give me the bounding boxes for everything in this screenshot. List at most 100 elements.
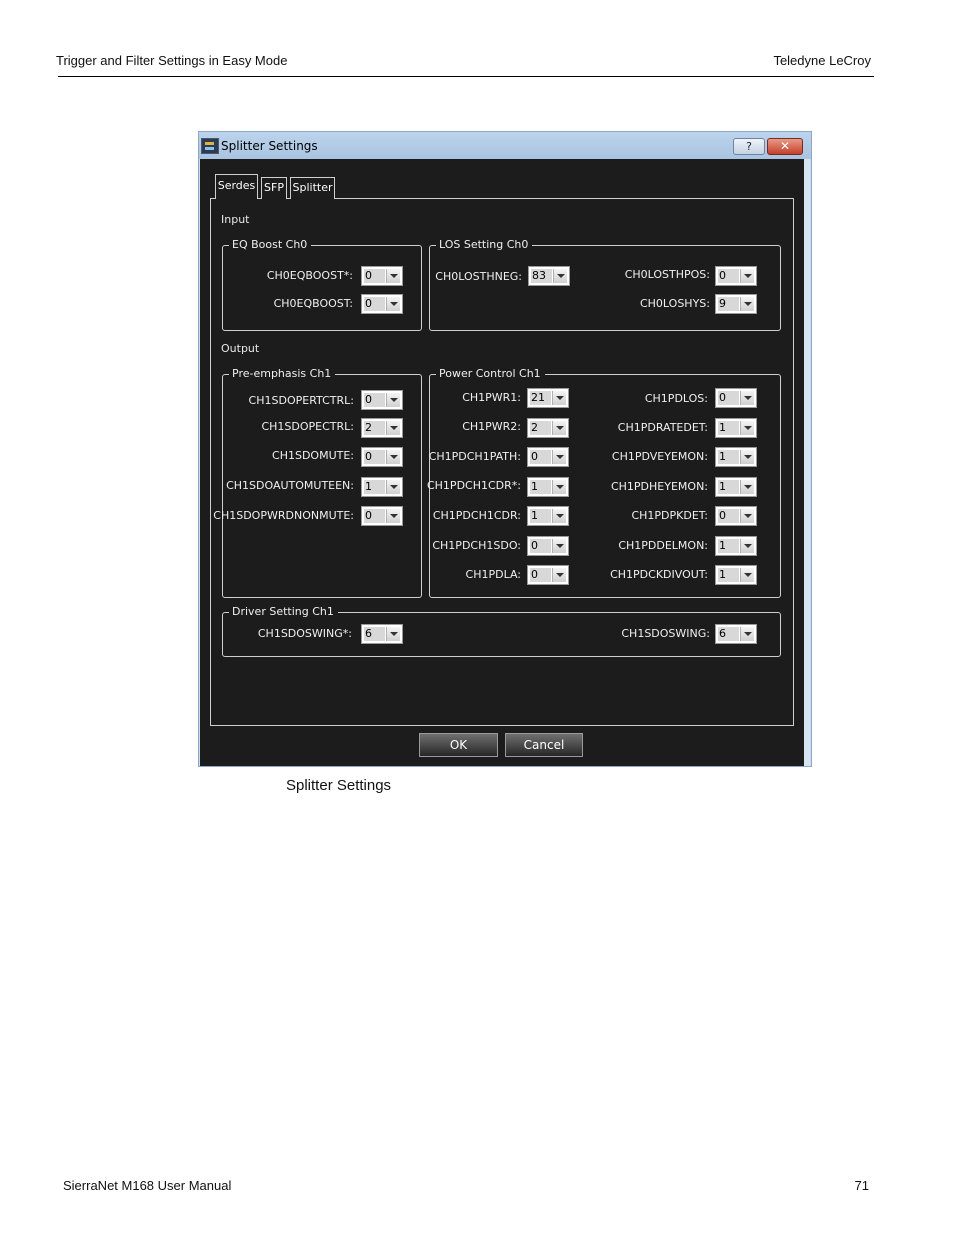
ch0loshys-select[interactable]: 9 [715,294,757,314]
ch1pdch1path-label: CH1PDCH1PATH: [428,450,521,463]
ch1sdoswing-star-select[interactable]: 6 [361,624,403,644]
close-button[interactable]: ✕ [767,138,803,155]
chevron-down-icon[interactable] [740,509,754,523]
ch1sdoswing-select[interactable]: 6 [715,624,757,644]
chevron-down-icon[interactable] [386,480,400,494]
chevron-down-icon[interactable] [740,269,754,283]
ch1pwr2-select[interactable]: 2 [527,418,569,438]
ch1pdch1cdr-star-select[interactable]: 1 [527,477,569,497]
chevron-down-icon[interactable] [386,297,400,311]
ch0losthpos-label: CH0LOSTHPOS: [624,268,710,281]
ch1pdch1sdo-select[interactable]: 0 [527,536,569,556]
ch1sdoautomuteen-label: CH1SDOAUTOMUTEEN: [226,479,354,492]
chevron-down-icon[interactable] [386,421,400,435]
chevron-down-icon[interactable] [552,568,566,582]
dialog-client-area: Serdes SFP Splitter Input EQ Boost Ch0 C… [200,159,804,766]
page-header-brand: Teledyne LeCroy [773,53,871,68]
chevron-down-icon[interactable] [386,627,400,641]
chevron-down-icon[interactable] [740,391,754,405]
ch1sdopwrdnonmute-label: CH1SDOPWRDNONMUTE: [213,509,354,522]
combo-value: 2 [364,421,385,435]
ch1pdratedet-select[interactable]: 1 [715,418,757,438]
chevron-down-icon[interactable] [740,568,754,582]
ch1pdckdivout-label: CH1PDCKDIVOUT: [610,568,708,581]
combo-value: 1 [718,421,739,435]
combo-value: 0 [718,391,739,405]
power-control-group-title: Power Control Ch1 [436,366,545,382]
ch1sdopwrdnonmute-select[interactable]: 0 [361,506,403,526]
combo-value: 1 [718,480,739,494]
chevron-down-icon[interactable] [552,391,566,405]
ch1pdch1sdo-label: CH1PDCH1SDO: [432,539,521,552]
ch1pwr1-select[interactable]: 21 [527,388,569,408]
ok-button[interactable]: OK [419,733,498,757]
tab-serdes[interactable]: Serdes [215,174,258,199]
combo-value: 1 [364,480,385,494]
chevron-down-icon[interactable] [552,480,566,494]
combo-value: 1 [718,450,739,464]
ch1sdopectrl-select[interactable]: 2 [361,418,403,438]
combo-value: 0 [530,450,551,464]
ch1sdopectrl-label: CH1SDOPECTRL: [261,420,354,433]
combo-value: 1 [530,480,551,494]
los-setting-group: LOS Setting Ch0 [429,237,781,331]
figure-caption: Splitter Settings [286,777,392,794]
combo-value: 0 [364,450,385,464]
combo-value: 0 [530,568,551,582]
ch1pdch1cdr-select[interactable]: 1 [527,506,569,526]
ch1sdoautomuteen-select[interactable]: 1 [361,477,403,497]
ch0losthpos-select[interactable]: 0 [715,266,757,286]
combo-value: 0 [364,393,385,407]
combo-value: 0 [718,269,739,283]
tab-sfp[interactable]: SFP [261,177,287,199]
ch1pdpkdet-label: CH1PDPKDET: [631,509,708,522]
combo-value: 9 [718,297,739,311]
ch0eqboost-star-select[interactable]: 0 [361,266,403,286]
pre-emphasis-group-title: Pre-emphasis Ch1 [229,366,336,382]
splitter-settings-dialog: Splitter Settings ? ✕ Serdes SFP Splitte… [198,131,812,767]
ch1pdpkdet-select[interactable]: 0 [715,506,757,526]
help-button[interactable]: ? [733,138,765,155]
dialog-title: Splitter Settings [221,139,318,153]
chevron-down-icon[interactable] [386,393,400,407]
ch0eqboost-select[interactable]: 0 [361,294,403,314]
ch1pddelmon-label: CH1PDDELMON: [618,539,708,552]
chevron-down-icon[interactable] [552,450,566,464]
chevron-down-icon[interactable] [386,509,400,523]
chevron-down-icon[interactable] [740,297,754,311]
chevron-down-icon[interactable] [386,269,400,283]
ch1pwr1-label: CH1PWR1: [462,391,521,404]
ch1sdopertctrl-label: CH1SDOPERTCTRL: [248,394,354,407]
chevron-down-icon[interactable] [740,421,754,435]
tab-splitter[interactable]: Splitter [290,177,335,199]
combo-value: 1 [718,539,739,553]
ch1pddelmon-select[interactable]: 1 [715,536,757,556]
ch1sdomute-select[interactable]: 0 [361,447,403,467]
ch1pdheyemon-select[interactable]: 1 [715,477,757,497]
cancel-button[interactable]: Cancel [505,733,583,757]
dialog-titlebar[interactable]: Splitter Settings ? ✕ [199,132,811,159]
ch0losthneg-select[interactable]: 83 [528,266,570,286]
chevron-down-icon[interactable] [740,539,754,553]
chevron-down-icon[interactable] [740,480,754,494]
combo-value: 21 [530,391,551,405]
ch1sdopertctrl-select[interactable]: 0 [361,390,403,410]
chevron-down-icon[interactable] [386,450,400,464]
page-header-title: Trigger and Filter Settings in Easy Mode [56,53,288,68]
ch1pdlos-select[interactable]: 0 [715,388,757,408]
ch1sdoswing-label: CH1SDOSWING: [621,627,710,640]
combo-value: 1 [530,509,551,523]
chevron-down-icon[interactable] [740,450,754,464]
ch1pdla-select[interactable]: 0 [527,565,569,585]
ch1sdoswing-star-label: CH1SDOSWING*: [257,627,352,640]
ch0eqboost-label: CH0EQBOOST: [273,297,353,310]
chevron-down-icon[interactable] [740,627,754,641]
chevron-down-icon[interactable] [553,269,567,283]
chevron-down-icon[interactable] [552,421,566,435]
ch1pdveyemon-select[interactable]: 1 [715,447,757,467]
ch1pdch1path-select[interactable]: 0 [527,447,569,467]
chevron-down-icon[interactable] [552,539,566,553]
eq-boost-group: EQ Boost Ch0 [222,237,422,331]
chevron-down-icon[interactable] [552,509,566,523]
ch1pdckdivout-select[interactable]: 1 [715,565,757,585]
